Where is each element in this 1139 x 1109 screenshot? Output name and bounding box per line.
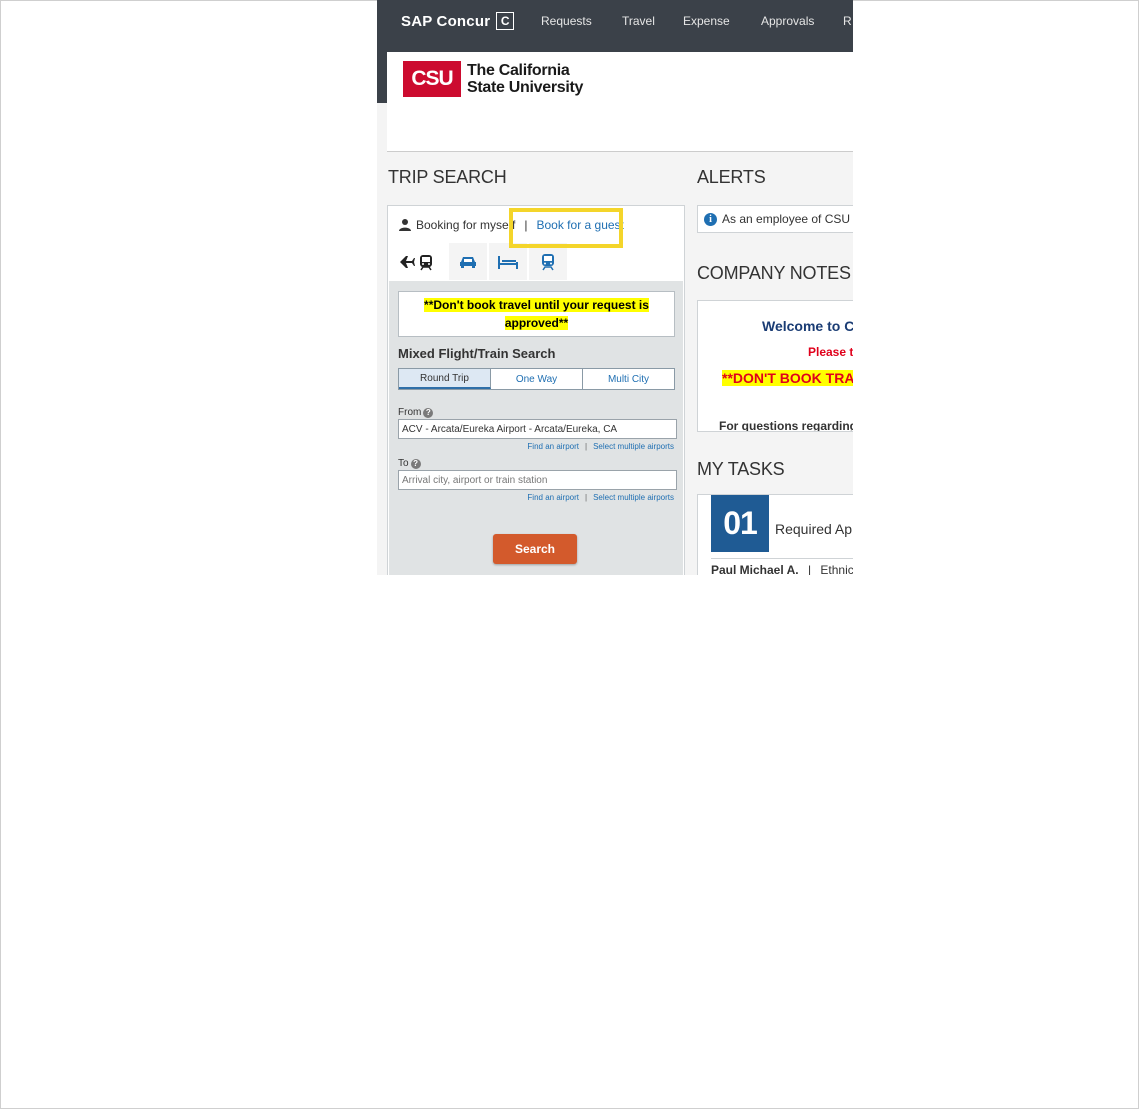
company-header: CSU The California State University [387, 52, 853, 152]
from-field[interactable]: ACV - Arcata/Eureka Airport - Arcata/Eur… [398, 419, 677, 439]
tab-hotel[interactable] [489, 243, 527, 280]
person-icon [399, 219, 411, 231]
help-icon[interactable]: ? [410, 458, 421, 469]
task-owner: Paul Michael A. [711, 563, 799, 575]
trip-search-title: TRIP SEARCH [388, 167, 507, 187]
notes-dont-book: **DON'T BOOK TRA [722, 370, 853, 386]
flight-train-search-form: **Don't book travel until your request i… [389, 281, 683, 575]
notes-questions: For questions regarding [719, 419, 853, 432]
university-name-line2: State University [467, 79, 584, 96]
from-label: From ? [398, 407, 434, 418]
top-navigation: SAP Concur C Requests Travel Expense App… [377, 0, 853, 52]
tab-car[interactable] [449, 243, 487, 280]
alerts-title: ALERTS [697, 167, 766, 187]
to-airport-links: Find an airport | Select multiple airports [527, 493, 674, 502]
link-separator: | [585, 493, 588, 502]
university-name-line1: The California [467, 62, 570, 79]
nav-reporting[interactable]: R [843, 14, 852, 28]
my-tasks-box: 01 Required Ap Paul Michael A. | Ethnic [697, 494, 853, 575]
sap-concur-logo[interactable]: SAP Concur C [401, 12, 515, 30]
nav-requests[interactable]: Requests [541, 14, 592, 28]
university-name: The California State University [467, 62, 583, 96]
csu-logo: CSU [403, 61, 461, 97]
bed-icon [498, 255, 518, 269]
from-label-text: From [398, 407, 422, 418]
round-trip-option[interactable]: Round Trip [399, 369, 491, 389]
nav-travel[interactable]: Travel [622, 14, 655, 28]
warning-line2: approved** [504, 316, 569, 330]
nav-approvals[interactable]: Approvals [761, 14, 814, 28]
task-row[interactable]: Paul Michael A. | Ethnic [711, 563, 853, 575]
find-airport-link[interactable]: Find an airport [527, 442, 579, 451]
highlight-annotation [509, 208, 623, 248]
company-notes-box: Welcome to C Please t **DON'T BOOK TRA F… [697, 300, 853, 432]
alert-text[interactable]: As an employee of CSU [722, 212, 850, 226]
mixed-search-title: Mixed Flight/Train Search [398, 346, 556, 361]
notes-please: Please t [808, 345, 853, 359]
multi-city-option[interactable]: Multi City [583, 369, 674, 389]
concur-screenshot: SAP Concur C Requests Travel Expense App… [377, 0, 853, 575]
train-icon [542, 253, 554, 270]
task-row-separator: | [807, 563, 812, 575]
from-airport-links: Find an airport | Select multiple airports [527, 442, 674, 451]
notes-welcome: Welcome to C [762, 318, 853, 334]
my-tasks-title: MY TASKS [697, 459, 785, 479]
company-notes-title: COMPANY NOTES [697, 263, 851, 283]
travel-mode-tabs [389, 243, 683, 281]
booking-for-myself[interactable]: Booking for myse f [416, 218, 515, 232]
find-airport-link[interactable]: Find an airport [527, 493, 579, 502]
car-icon [460, 256, 476, 268]
help-icon[interactable]: ? [423, 407, 434, 418]
warning-line1: **Don't book travel until your request i… [424, 298, 649, 312]
search-button[interactable]: Search [493, 534, 577, 564]
select-multiple-airports-link[interactable]: Select multiple airports [593, 442, 674, 451]
to-field[interactable]: Arrival city, airport or train station [398, 470, 677, 490]
plane-train-icon [400, 254, 432, 270]
info-icon: i [704, 212, 717, 226]
trip-search-panel: Booking for myse f | Book for a guest **… [387, 205, 685, 575]
task-count-badge[interactable]: 01 [711, 495, 769, 552]
to-label: To ? [398, 458, 421, 469]
brand-name: SAP Concur [401, 12, 491, 30]
select-multiple-airports-link[interactable]: Select multiple airports [593, 493, 674, 502]
task-label[interactable]: Required Ap [775, 521, 852, 537]
trip-type-selector: Round Trip One Way Multi City [398, 368, 675, 390]
nav-expense[interactable]: Expense [683, 14, 730, 28]
alert-item: i As an employee of CSU [697, 205, 853, 233]
concur-c-icon: C [496, 12, 515, 30]
to-label-text: To [398, 458, 409, 469]
approval-warning: **Don't book travel until your request i… [398, 291, 675, 337]
tab-rail[interactable] [529, 243, 567, 280]
tab-flight-train[interactable] [389, 243, 447, 280]
task-detail: Ethnic [820, 563, 853, 575]
link-separator: | [585, 442, 588, 451]
one-way-option[interactable]: One Way [491, 369, 583, 389]
nav-band [377, 52, 387, 103]
task-divider [711, 558, 853, 559]
